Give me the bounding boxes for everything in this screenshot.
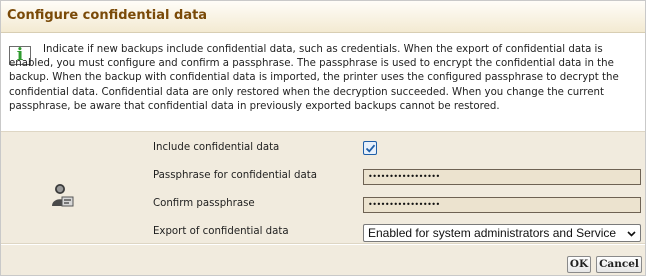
info-text: Indicate if new backups include confiden…	[9, 44, 619, 112]
configure-confidential-data-dialog: Configure confidential data i Indicate i…	[0, 0, 646, 276]
dialog-footer: OK Cancel	[1, 245, 645, 275]
dialog-title: Configure confidential data	[7, 8, 208, 23]
cancel-button[interactable]: Cancel	[596, 256, 642, 273]
confirm-passphrase-field[interactable]: •••••••••••••••••	[363, 197, 641, 213]
ok-button[interactable]: OK	[567, 256, 591, 273]
confidential-data-form: Include confidential data Passphrase for…	[1, 131, 645, 244]
export-confidential-data-label: Export of confidential data	[153, 226, 289, 237]
info-section: i Indicate if new backups include confid…	[1, 41, 645, 129]
user-profile-icon	[52, 184, 74, 207]
confirm-passphrase-label: Confirm passphrase	[153, 198, 255, 209]
passphrase-field[interactable]: •••••••••••••••••	[363, 169, 641, 185]
include-confidential-data-label: Include confidential data	[153, 142, 280, 153]
checkmark-icon	[365, 144, 376, 153]
dialog-titlebar: Configure confidential data	[1, 1, 645, 33]
export-confidential-data-select[interactable]: Enabled for system administrators and Se…	[363, 224, 641, 242]
export-selected-value: Enabled for system administrators and Se…	[368, 226, 617, 240]
chevron-down-icon	[627, 231, 636, 237]
include-confidential-data-checkbox[interactable]	[363, 141, 377, 155]
passphrase-label: Passphrase for confidential data	[153, 170, 317, 181]
